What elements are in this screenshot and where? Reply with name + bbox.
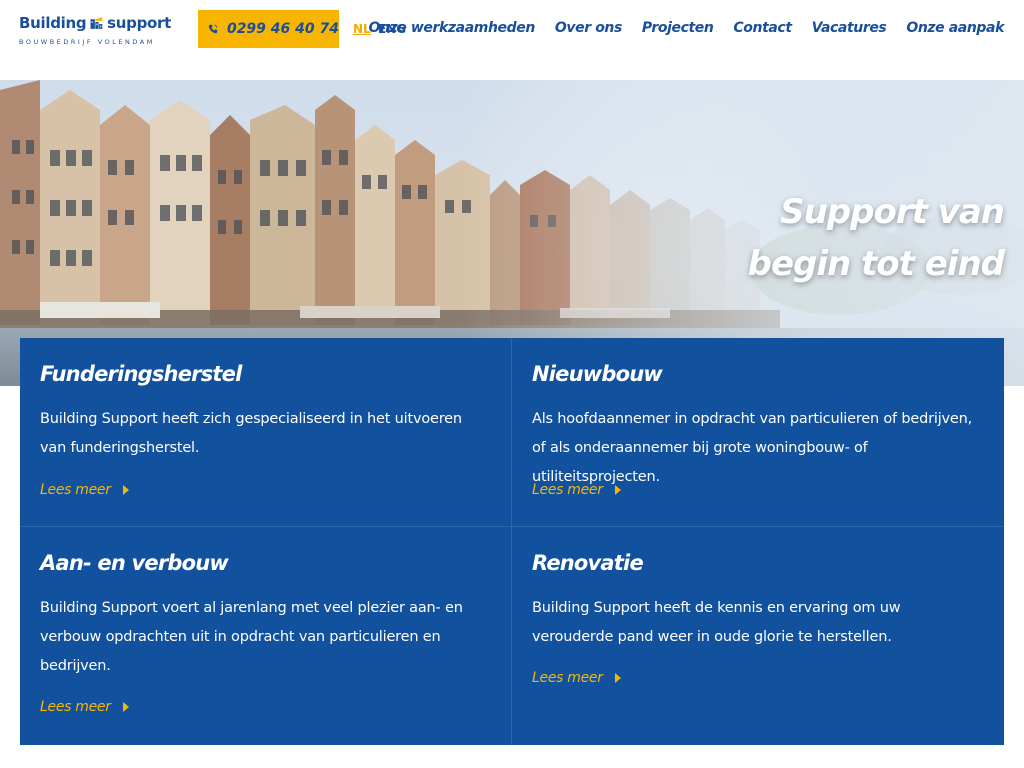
logo-word-building: Building: [19, 14, 87, 32]
logo-tagline: BOUWBEDRIJF VOLENDAM: [19, 38, 155, 46]
lees-meer-link[interactable]: Lees meer: [532, 670, 621, 686]
phone-icon: [208, 24, 218, 34]
logo[interactable]: Building support BOUWBEDRIJF VOLENDAM: [19, 10, 171, 48]
arrow-right-icon: [614, 673, 621, 683]
lees-meer-link[interactable]: Lees meer: [40, 699, 129, 715]
nav-onze-werkzaamheden[interactable]: Onze werkzaamheden: [368, 20, 535, 36]
site-header: Building support BOUWBEDRIJF VOLENDAM 02…: [0, 0, 1024, 80]
card-text: Building Support heeft zich gespecialise…: [40, 411, 462, 456]
service-card-funderingsherstel: Funderingsherstel Building Support heeft…: [20, 338, 512, 527]
nav-vacatures[interactable]: Vacatures: [812, 20, 887, 36]
card-text: Als hoofdaannemer in opdracht van partic…: [532, 411, 973, 485]
card-text: Building Support heeft de kennis en erva…: [532, 600, 901, 645]
nav-over-ons[interactable]: Over ons: [555, 20, 622, 36]
lees-meer-link[interactable]: Lees meer: [532, 482, 621, 498]
nav-onze-aanpak[interactable]: Onze aanpak: [906, 20, 1004, 36]
card-text: Building Support voert al jarenlang met …: [40, 600, 463, 674]
card-title: Aan- en verbouw: [40, 551, 229, 575]
arrow-right-icon: [122, 702, 129, 712]
lees-meer-label: Lees meer: [532, 670, 603, 686]
nav-projecten[interactable]: Projecten: [642, 20, 714, 36]
arrow-right-icon: [122, 485, 129, 495]
phone-number: 0299 46 40 74: [226, 21, 339, 37]
arrow-right-icon: [614, 485, 621, 495]
lees-meer-label: Lees meer: [40, 482, 111, 498]
logo-word-support: support: [107, 14, 171, 32]
service-card-renovatie: Renovatie Building Support heeft de kenn…: [512, 527, 1004, 745]
hero-tagline-line2: begin tot eind: [747, 244, 1005, 284]
services-grid: Funderingsherstel Building Support heeft…: [20, 338, 1004, 745]
card-title: Renovatie: [532, 551, 644, 575]
card-title: Nieuwbouw: [532, 362, 663, 386]
main-nav: Onze werkzaamheden Over ons Projecten Co…: [368, 20, 1004, 36]
service-card-aan-en-verbouw: Aan- en verbouw Building Support voert a…: [20, 527, 512, 745]
logo-mark-icon: [90, 17, 103, 29]
service-card-nieuwbouw: Nieuwbouw Als hoofdaannemer in opdracht …: [512, 338, 1004, 527]
phone-button[interactable]: 0299 46 40 74: [198, 10, 339, 48]
lees-meer-label: Lees meer: [40, 699, 111, 715]
nav-contact[interactable]: Contact: [733, 20, 792, 36]
lees-meer-link[interactable]: Lees meer: [40, 482, 129, 498]
lees-meer-label: Lees meer: [532, 482, 603, 498]
hero-tagline: Support van begin tot eind: [747, 186, 1005, 290]
hero-tagline-line1: Support van: [780, 192, 1005, 232]
card-title: Funderingsherstel: [40, 362, 242, 386]
